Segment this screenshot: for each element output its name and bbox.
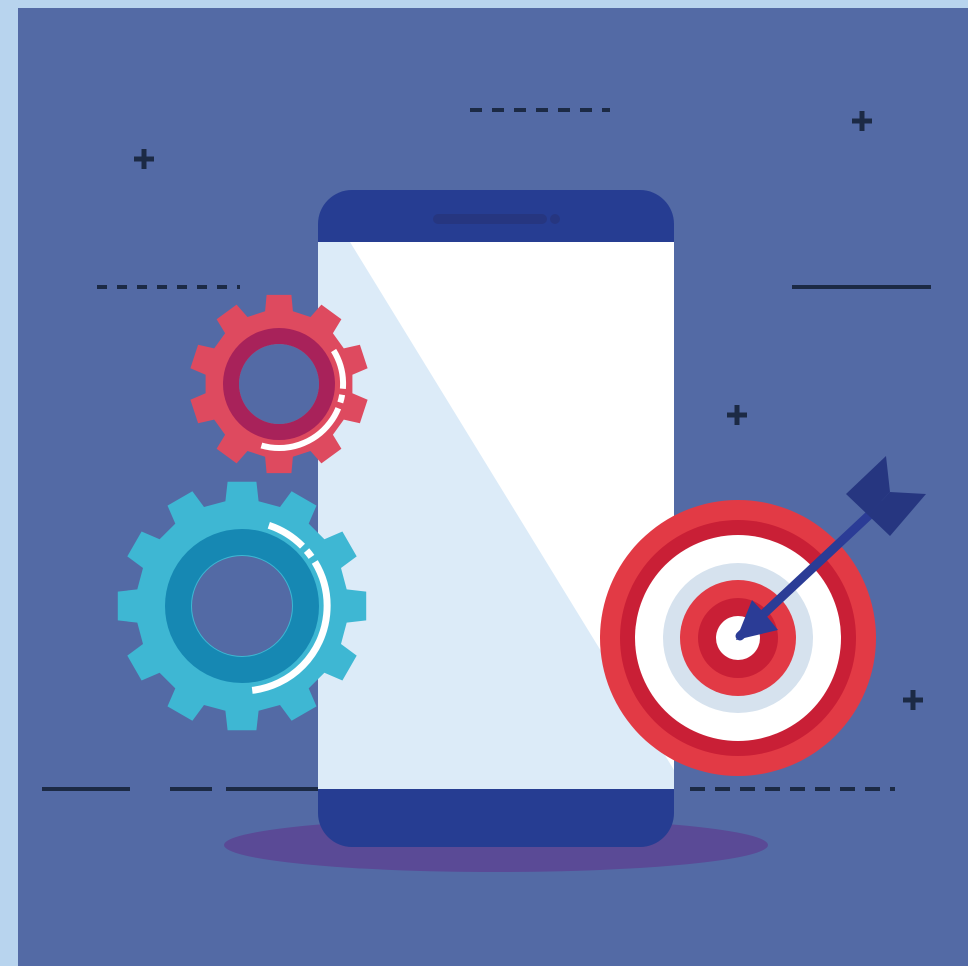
gear-hole	[239, 344, 319, 424]
phone-camera	[550, 214, 560, 224]
gear-hole	[192, 556, 292, 656]
smartphone-icon	[318, 190, 674, 847]
illustration-svg	[0, 0, 968, 966]
phone-speaker	[433, 214, 547, 224]
illustration	[0, 0, 968, 966]
